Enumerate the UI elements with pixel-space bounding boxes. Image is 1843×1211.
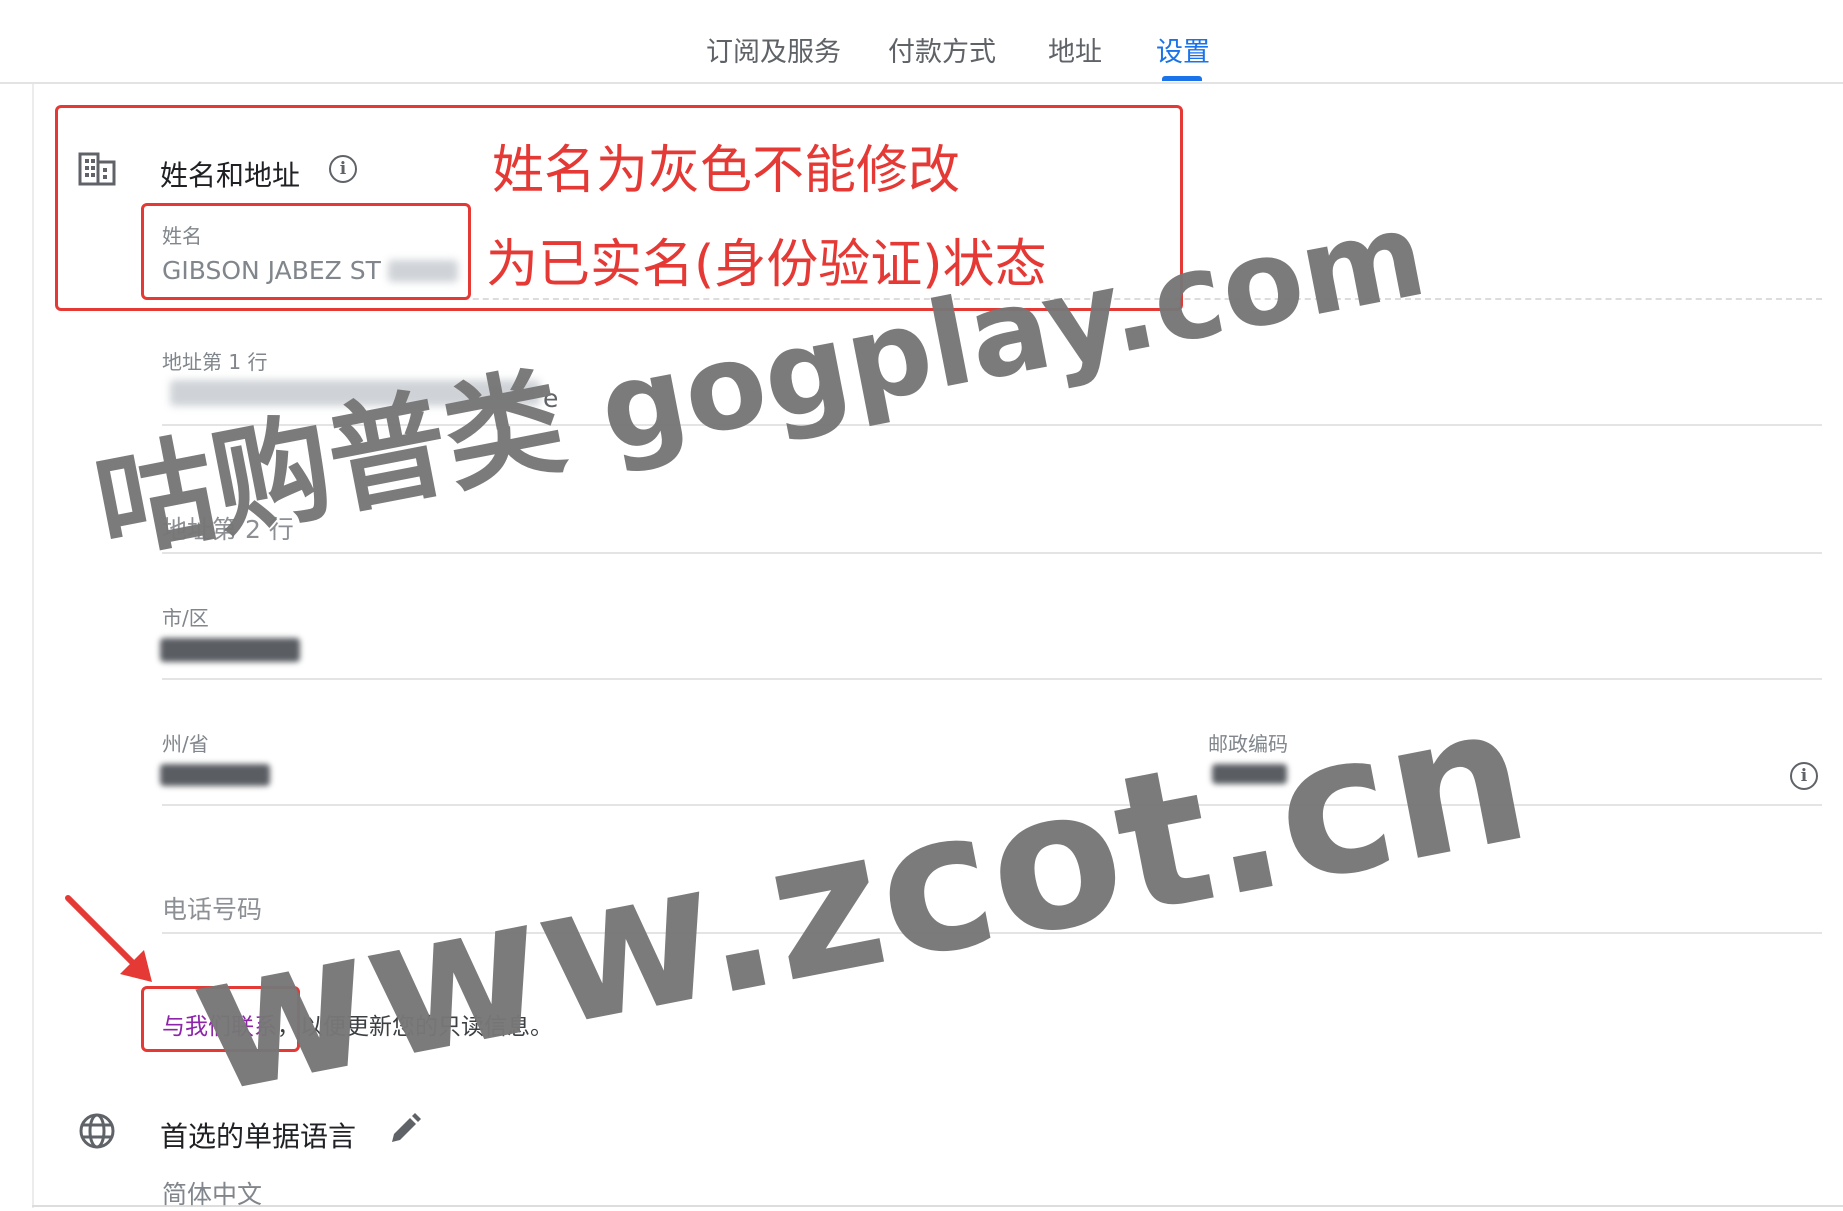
tab-payment-methods[interactable]: 付款方式 bbox=[888, 30, 996, 69]
tab-subscriptions[interactable]: 订阅及服务 bbox=[706, 30, 841, 69]
state-label: 州/省 bbox=[162, 732, 209, 756]
annotation-box-name bbox=[141, 203, 471, 300]
annotation-line1: 姓名为灰色不能修改 bbox=[492, 141, 961, 201]
redacted-state bbox=[160, 764, 270, 786]
red-arrow-icon bbox=[65, 895, 152, 982]
active-tab-indicator bbox=[1162, 76, 1202, 81]
address1-label: 地址第 1 行 bbox=[162, 350, 268, 374]
address2-underline bbox=[162, 552, 1822, 554]
city-label: 市/区 bbox=[162, 606, 209, 630]
panel-bottom-border bbox=[32, 1205, 1843, 1207]
redacted-city bbox=[160, 638, 300, 662]
top-tab-bar: 订阅及服务 付款方式 地址 设置 bbox=[0, 0, 1843, 84]
edit-icon[interactable] bbox=[388, 1112, 422, 1146]
language-value: 简体中文 bbox=[162, 1180, 263, 1209]
watermark-zcot: www.zcot.cn bbox=[175, 662, 1544, 1137]
panel-left-border bbox=[32, 84, 34, 1208]
tab-addresses[interactable]: 地址 bbox=[1048, 30, 1102, 69]
globe-icon bbox=[79, 1113, 115, 1149]
city-underline bbox=[162, 678, 1822, 680]
postal-info-icon[interactable]: i bbox=[1790, 762, 1818, 790]
tab-settings[interactable]: 设置 bbox=[1156, 30, 1210, 69]
